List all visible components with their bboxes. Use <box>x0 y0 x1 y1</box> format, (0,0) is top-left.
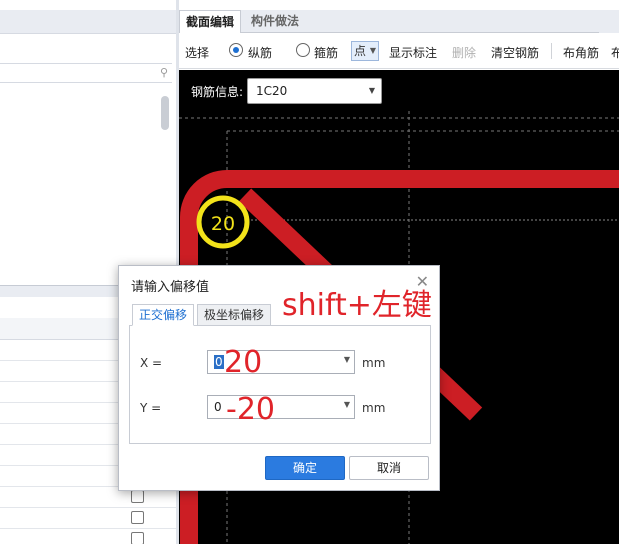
row-checkbox[interactable] <box>131 532 144 544</box>
row-checkbox[interactable] <box>131 511 144 524</box>
y-unit-label: mm <box>362 401 386 415</box>
row-checkbox[interactable] <box>131 490 144 503</box>
corner-rebar-button[interactable]: 布角筋 <box>563 44 599 61</box>
left-search-input[interactable]: ⚲ <box>0 63 172 83</box>
y-offset-value[interactable]: 0 <box>214 400 222 414</box>
rebar-info-label: 钢筋信息: <box>191 85 244 99</box>
tab-section-edit[interactable]: 截面编辑 <box>179 10 242 33</box>
stirrup-label[interactable]: 箍筋 <box>314 44 338 61</box>
draw-mode-select[interactable]: 点 ▼ <box>351 41 379 61</box>
select-button[interactable]: 选择 <box>185 44 209 61</box>
table-row[interactable] <box>0 529 176 544</box>
left-panel-header <box>0 10 176 34</box>
section-toolbar: 选择 纵筋 箍筋 点 ▼ 显示标注 删除 清空钢筋 布角筋 布 <box>179 33 619 69</box>
tabbar-end <box>599 10 619 33</box>
x-offset-annotation: 20 <box>224 345 263 380</box>
draw-mode-value: 点 <box>354 44 367 58</box>
x-unit-label: mm <box>362 356 386 370</box>
longitudinal-radio[interactable] <box>229 43 243 57</box>
chevron-down-icon[interactable]: ▼ <box>344 355 350 364</box>
rebar-diameter-label: 20 <box>211 213 235 235</box>
x-offset-value[interactable]: 0 <box>214 355 224 369</box>
chevron-down-icon: ▼ <box>368 86 375 95</box>
show-label-button[interactable]: 显示标注 <box>389 44 437 61</box>
chevron-down-icon[interactable]: ▼ <box>344 400 350 409</box>
x-field-label: X = <box>140 356 163 370</box>
cancel-button[interactable]: 取消 <box>349 456 429 480</box>
chevron-down-icon: ▼ <box>369 46 376 55</box>
longitudinal-label[interactable]: 纵筋 <box>248 44 272 61</box>
rebar-info-value: 1C20 <box>256 84 288 98</box>
left-scrollbar[interactable] <box>161 96 169 130</box>
stirrup-radio[interactable] <box>296 43 310 57</box>
toolbar-overflow-button[interactable]: 布 <box>611 44 619 61</box>
offset-pane: X = 0 ▼ mm Y = 0 ▼ mm <box>129 326 431 444</box>
rebar-info-bar: 钢筋信息: 1C20 ▼ <box>179 70 619 111</box>
toolbar-divider <box>551 43 552 59</box>
delete-button[interactable]: 删除 <box>452 44 476 61</box>
clear-rebar-button[interactable]: 清空钢筋 <box>491 44 539 61</box>
y-offset-annotation: -20 <box>226 392 275 427</box>
tab-polar-offset[interactable]: 极坐标偏移 <box>197 304 272 326</box>
tab-component-method[interactable]: 构件做法 <box>245 10 305 33</box>
table-row[interactable] <box>0 508 176 529</box>
editor-tabbar: 截面编辑 构件做法 <box>179 10 619 33</box>
shortcut-annotation: shift+左键 <box>282 288 432 323</box>
y-field-label: Y = <box>140 401 162 415</box>
rebar-info-select[interactable]: 1C20 ▼ <box>247 78 382 104</box>
ok-button[interactable]: 确定 <box>265 456 345 480</box>
search-icon[interactable]: ⚲ <box>160 66 168 79</box>
dialog-title: 请输入偏移值 <box>131 280 210 295</box>
tab-orthogonal-offset[interactable]: 正交偏移 <box>132 304 195 326</box>
